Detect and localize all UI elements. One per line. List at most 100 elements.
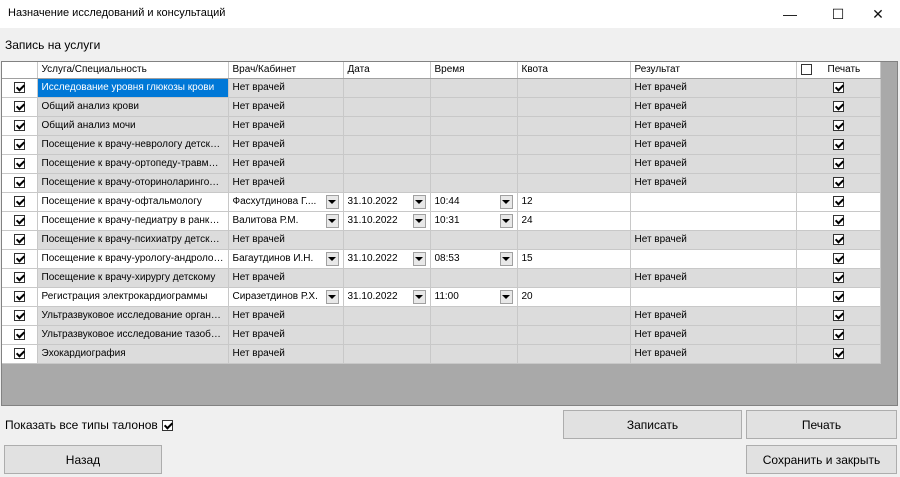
print-cell[interactable]: [796, 287, 881, 307]
doctor-cell[interactable]: Фасхутдинова Г....: [228, 192, 344, 212]
row-select-checkbox[interactable]: [13, 328, 25, 340]
doctor-cell[interactable]: Нет врачей: [228, 344, 344, 364]
doctor-cell[interactable]: Нет врачей: [228, 173, 344, 193]
service-cell[interactable]: Общий анализ мочи: [37, 116, 229, 136]
row-select-checkbox[interactable]: [13, 138, 25, 150]
print-checkbox[interactable]: [832, 176, 844, 188]
print-cell[interactable]: [796, 344, 881, 364]
print-checkbox[interactable]: [832, 328, 844, 340]
service-cell[interactable]: Посещение к врачу-неврологу детскому: [37, 135, 229, 155]
print-checkbox[interactable]: [832, 81, 844, 93]
back-button[interactable]: Назад: [4, 445, 162, 474]
show-all-types-toggle[interactable]: Показать все типы талонов: [5, 418, 173, 432]
row-select-cell[interactable]: [2, 325, 38, 345]
service-cell[interactable]: Регистрация электрокардиограммы: [37, 287, 229, 307]
print-cell[interactable]: [796, 325, 881, 345]
row-select-checkbox[interactable]: [13, 157, 25, 169]
print-cell[interactable]: [796, 154, 881, 174]
service-cell[interactable]: Посещение к врачу-психиатру детскому: [37, 230, 229, 250]
table-row[interactable]: Эхокардиография Нет врачей Нет врачей: [2, 344, 881, 364]
row-select-cell[interactable]: [2, 230, 38, 250]
print-checkbox[interactable]: [832, 214, 844, 226]
print-cell[interactable]: [796, 268, 881, 288]
print-cell[interactable]: [796, 173, 881, 193]
row-select-checkbox[interactable]: [13, 195, 25, 207]
table-row[interactable]: Посещение к врачу-хирургу детскому Нет вр…: [2, 268, 881, 288]
table-row[interactable]: Посещение к врачу-офтальмологу Фасхутдино…: [2, 192, 881, 212]
row-select-cell[interactable]: [2, 306, 38, 326]
doctor-dropdown-button[interactable]: [325, 251, 339, 266]
maximize-button[interactable]: ☐: [816, 0, 860, 28]
minimize-button[interactable]: —: [768, 0, 812, 28]
date-cell[interactable]: 31.10.2022: [343, 249, 431, 269]
date-dropdown-button[interactable]: [412, 194, 426, 209]
table-row[interactable]: Ультразвуковое исследование тазобе... Нет…: [2, 325, 881, 345]
table-row[interactable]: Ультразвуковое исследование органо... Нет…: [2, 306, 881, 326]
row-select-cell[interactable]: [2, 211, 38, 231]
save-and-close-button[interactable]: Сохранить и закрыть: [746, 445, 897, 474]
table-row[interactable]: Исследование уровня глюкозы крови Нет вра…: [2, 78, 881, 98]
row-select-cell[interactable]: [2, 287, 38, 307]
service-cell[interactable]: Посещение к врачу-оториноларингологу: [37, 173, 229, 193]
date-dropdown-button[interactable]: [412, 251, 426, 266]
row-select-checkbox[interactable]: [13, 290, 25, 302]
doctor-cell[interactable]: Нет врачей: [228, 325, 344, 345]
print-checkbox[interactable]: [832, 290, 844, 302]
print-cell[interactable]: [796, 249, 881, 269]
row-select-cell[interactable]: [2, 154, 38, 174]
row-select-cell[interactable]: [2, 135, 38, 155]
row-select-cell[interactable]: [2, 173, 38, 193]
table-row[interactable]: Общий анализ крови Нет врачей Нет врачей: [2, 97, 881, 117]
row-select-checkbox[interactable]: [13, 119, 25, 131]
table-row[interactable]: Общий анализ мочи Нет врачей Нет врачей: [2, 116, 881, 136]
header-doctor[interactable]: Врач/Кабинет: [228, 62, 344, 79]
print-checkbox[interactable]: [832, 309, 844, 321]
doctor-cell[interactable]: Сиразетдинов Р.Х.: [228, 287, 344, 307]
print-checkbox[interactable]: [832, 252, 844, 264]
print-checkbox[interactable]: [832, 347, 844, 359]
service-cell[interactable]: Ультразвуковое исследование органо...: [37, 306, 229, 326]
time-cell[interactable]: 08:53: [430, 249, 518, 269]
doctor-cell[interactable]: Нет врачей: [228, 154, 344, 174]
date-dropdown-button[interactable]: [412, 213, 426, 228]
show-all-types-checkbox[interactable]: [161, 419, 173, 431]
time-dropdown-button[interactable]: [499, 213, 513, 228]
header-date[interactable]: Дата: [343, 62, 431, 79]
service-cell[interactable]: Посещение к врачу-педиатру в ранках...: [37, 211, 229, 231]
service-cell[interactable]: Посещение к врачу-урологу-андролог...: [37, 249, 229, 269]
header-quota[interactable]: Квота: [517, 62, 631, 79]
time-cell[interactable]: 11:00: [430, 287, 518, 307]
row-select-cell[interactable]: [2, 116, 38, 136]
doctor-cell[interactable]: Нет врачей: [228, 230, 344, 250]
doctor-cell[interactable]: Нет врачей: [228, 97, 344, 117]
print-cell[interactable]: [796, 135, 881, 155]
table-row[interactable]: Посещение к врачу-неврологу детскому Нет …: [2, 135, 881, 155]
row-select-checkbox[interactable]: [13, 214, 25, 226]
table-row[interactable]: Посещение к врачу-оториноларингологу Нет …: [2, 173, 881, 193]
table-row[interactable]: Регистрация электрокардиограммы Сиразетди…: [2, 287, 881, 307]
header-service[interactable]: Услуга/Специальность: [37, 62, 229, 79]
print-checkbox[interactable]: [832, 233, 844, 245]
doctor-cell[interactable]: Нет врачей: [228, 135, 344, 155]
time-cell[interactable]: 10:31: [430, 211, 518, 231]
table-row[interactable]: Посещение к врачу-ортопеду-травмат... Нет…: [2, 154, 881, 174]
table-row[interactable]: Посещение к врачу-урологу-андролог... Баг…: [2, 249, 881, 269]
service-cell[interactable]: Исследование уровня глюкозы крови: [37, 78, 229, 98]
print-cell[interactable]: [796, 192, 881, 212]
service-cell[interactable]: Посещение к врачу-офтальмологу: [37, 192, 229, 212]
print-cell[interactable]: [796, 116, 881, 136]
row-select-checkbox[interactable]: [13, 81, 25, 93]
print-checkbox[interactable]: [832, 157, 844, 169]
row-select-checkbox[interactable]: [13, 100, 25, 112]
service-cell[interactable]: Посещение к врачу-хирургу детскому: [37, 268, 229, 288]
service-cell[interactable]: Ультразвуковое исследование тазобе...: [37, 325, 229, 345]
time-dropdown-button[interactable]: [499, 194, 513, 209]
print-checkbox[interactable]: [832, 195, 844, 207]
print-checkbox[interactable]: [832, 100, 844, 112]
print-cell[interactable]: [796, 211, 881, 231]
row-select-checkbox[interactable]: [13, 347, 25, 359]
doctor-dropdown-button[interactable]: [325, 289, 339, 304]
time-dropdown-button[interactable]: [499, 289, 513, 304]
print-checkbox[interactable]: [832, 271, 844, 283]
print-button[interactable]: Печать: [746, 410, 897, 439]
